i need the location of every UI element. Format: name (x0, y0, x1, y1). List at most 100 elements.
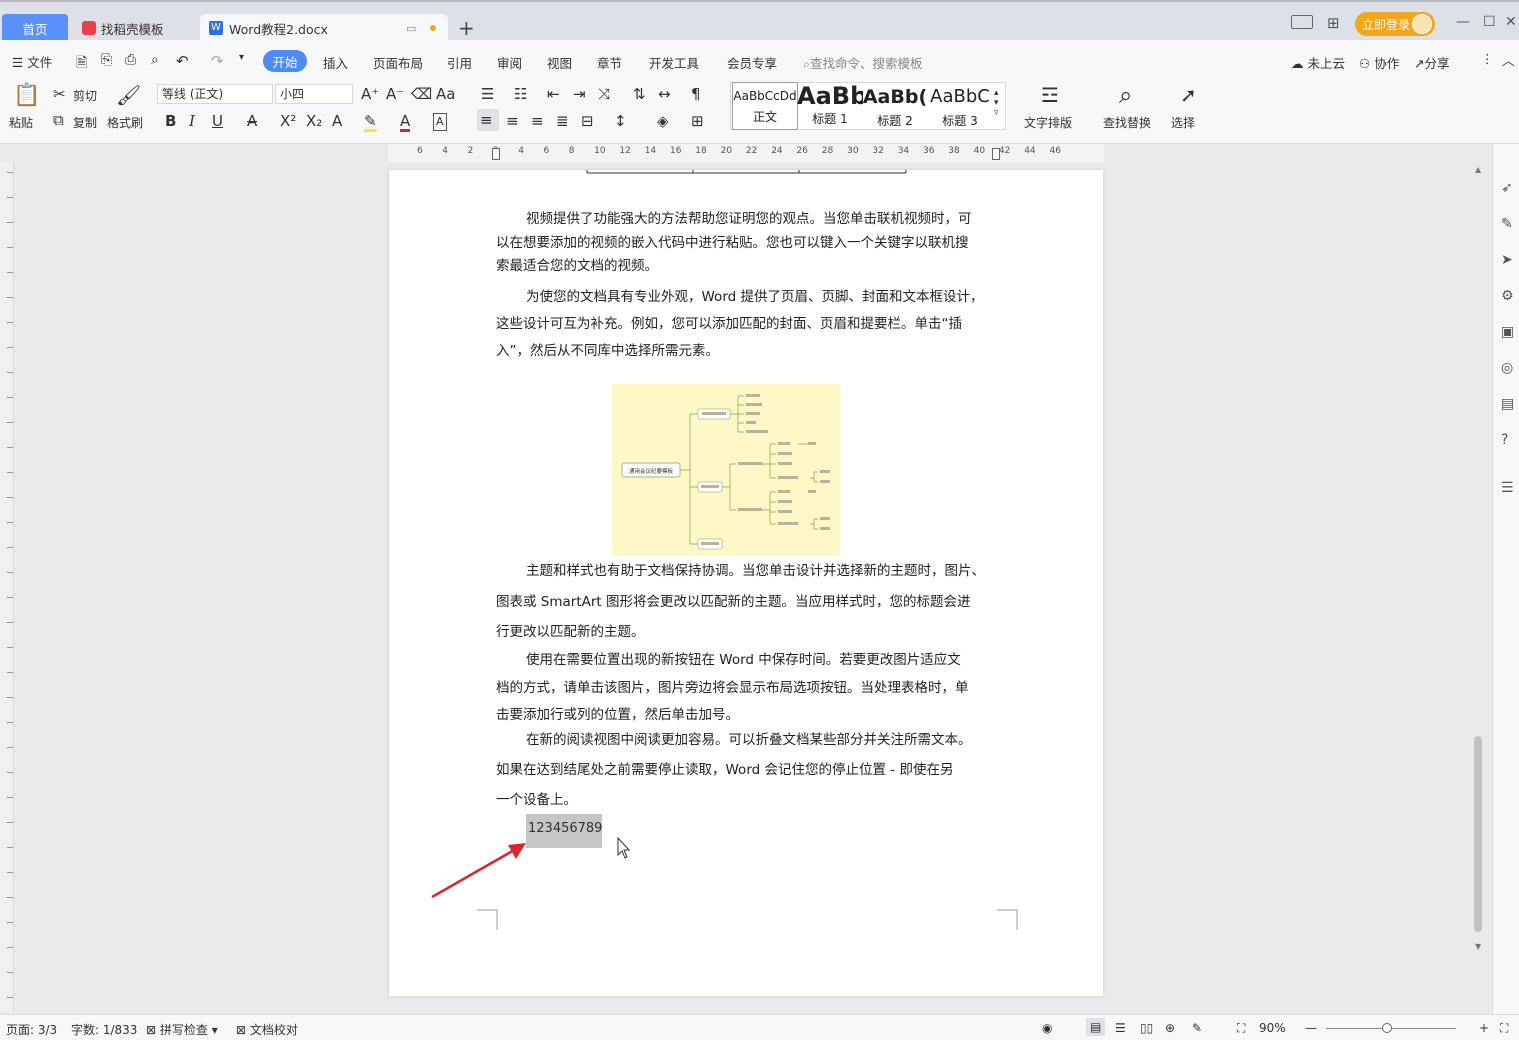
cut-button[interactable]: 剪切 (73, 87, 97, 104)
align-center-icon[interactable]: ≡ (506, 113, 519, 129)
pen-icon[interactable]: ✎ (1501, 216, 1513, 232)
vertical-scrollbar[interactable]: ▲ ▼ (1472, 150, 1486, 990)
tab-chapter[interactable]: 章节 (597, 53, 622, 72)
cut-icon[interactable]: ✂ (53, 86, 66, 102)
tab-template[interactable]: 找稻壳模板 (74, 14, 198, 42)
decrease-indent-icon[interactable]: ⇤ (547, 86, 560, 102)
location-icon[interactable]: ◎ (1501, 360, 1513, 376)
copy-button[interactable]: 复制 (73, 114, 97, 131)
right-indent-marker[interactable] (992, 148, 1000, 160)
style-heading1[interactable]: AaBb 标题 1 (797, 82, 863, 130)
mindmap-image[interactable]: 通用会议纪要模板 (612, 384, 840, 556)
zoom-in-icon[interactable]: + (1479, 1021, 1489, 1035)
paragraph-1[interactable]: 视频提供了功能强大的方法帮助您证明您的观点。当您单击联机视频时，可 以在想要添加… (496, 208, 1000, 279)
show-marks-icon[interactable]: ¶ (691, 86, 701, 102)
rocket-icon[interactable]: ➶ (1501, 180, 1513, 196)
vertical-ruler[interactable] (0, 162, 14, 1012)
underline-icon[interactable]: U (212, 113, 223, 129)
justify-icon[interactable]: ≣ (556, 113, 569, 129)
tab-insert[interactable]: 插入 (323, 53, 348, 72)
image-icon[interactable]: ▣ (1501, 324, 1514, 340)
scroll-up-icon[interactable]: ▲ (1475, 165, 1481, 174)
zoom-level[interactable]: 90% (1259, 1021, 1286, 1035)
italic-icon[interactable]: I (189, 113, 195, 129)
shrink-font-icon[interactable]: A⁻ (386, 86, 404, 102)
save-icon[interactable]: 🗎 (76, 52, 87, 76)
adjust-icon[interactable]: ⚙ (1501, 288, 1514, 304)
menu-file[interactable]: ☰ 文件 (12, 52, 52, 71)
fullscreen-icon[interactable]: ⛶ (1500, 1021, 1508, 1036)
gallery-scroll-icon[interactable]: ▴ ▾ ▿ (994, 88, 999, 118)
left-indent-marker[interactable] (492, 148, 500, 160)
borders-icon[interactable]: ⊞ (691, 113, 704, 129)
paste-button[interactable]: 粘贴 (9, 114, 33, 131)
page-indicator[interactable]: 页面: 3/3 (6, 1021, 57, 1038)
bold-icon[interactable]: B (165, 113, 176, 129)
tab-home-ribbon[interactable]: 开始 (263, 50, 307, 72)
style-normal[interactable]: AaBbCcDd 正文 (732, 82, 798, 130)
scroll-down-icon[interactable]: ▼ (1475, 942, 1481, 951)
monitor-icon[interactable]: ▭ (406, 22, 416, 35)
tab-review[interactable]: 审阅 (497, 53, 522, 72)
spell-check[interactable]: ⊠ 拼写检查 ▾ (146, 1021, 218, 1038)
zoom-slider[interactable] (1326, 1023, 1456, 1033)
distribute-icon[interactable]: ⊟ (581, 113, 594, 129)
copy-icon[interactable]: ⧉ (53, 112, 64, 128)
find-replace-button[interactable]: 查找替换 (1103, 114, 1151, 131)
text-direction-icon[interactable]: ↔ (658, 86, 671, 102)
redo-icon[interactable]: ↷ (211, 52, 224, 70)
format-painter-button[interactable]: 格式刷 (107, 114, 143, 131)
zoom-slider-handle[interactable] (1382, 1023, 1392, 1033)
style-heading3[interactable]: AaBbC 标题 3 (927, 82, 993, 130)
text-layout-icon[interactable]: ☲ (1041, 84, 1059, 106)
quick-access-dropdown-icon[interactable]: ▾ (239, 52, 244, 63)
strikethrough-icon[interactable]: A (247, 113, 257, 129)
page-view-icon[interactable]: ▤ (1086, 1018, 1106, 1036)
zoom-out-icon[interactable]: — (1305, 1021, 1317, 1035)
doc-proofread[interactable]: ⊠ 文档校对 (236, 1021, 298, 1038)
format-painter-icon[interactable]: 🖌 (116, 84, 141, 106)
paragraph-3[interactable]: 主题和样式也有助于文档保持协调。当您单击设计并选择新的主题时，图片、 图表或 S… (496, 556, 1000, 648)
share-button[interactable]: ↗分享 (1414, 53, 1450, 72)
login-button[interactable]: 立即登录 (1355, 12, 1435, 36)
tab-references[interactable]: 引用 (447, 53, 472, 72)
read-view-icon[interactable]: ▯▯ (1140, 1021, 1153, 1035)
help-icon[interactable]: ? (1501, 432, 1508, 448)
horizontal-ruler[interactable]: 6422468101214161820222426283032343638404… (388, 144, 1104, 162)
font-color-icon[interactable]: A (400, 113, 411, 132)
clear-format-icon[interactable]: ⌫ (411, 86, 432, 102)
sort-icon[interactable]: ⇅ (633, 86, 646, 102)
tab-home[interactable]: 首页 (2, 14, 68, 42)
line-spacing-icon[interactable]: ↕ (614, 113, 627, 129)
highlight-icon[interactable]: ✎ (364, 113, 377, 132)
find-replace-icon[interactable]: ⌕ (1119, 82, 1132, 108)
paste-icon[interactable]: 📋 (13, 84, 40, 108)
pointer-icon[interactable]: ➤ (1501, 252, 1513, 268)
tab-page-layout[interactable]: 页面布局 (373, 53, 423, 72)
collaborate-button[interactable]: ⚇ 协作 (1359, 53, 1399, 72)
increase-indent-icon[interactable]: ⇥ (573, 86, 586, 102)
more-icon[interactable]: ⋮ (1481, 51, 1494, 66)
tab-developer[interactable]: 开发工具 (649, 53, 699, 72)
paragraph-4[interactable]: 使用在需要位置出现的新按钮在 Word 中保存时间。若要更改图片适应文 档的方式… (496, 647, 1000, 730)
write-mode-icon[interactable]: ✎ (1192, 1021, 1202, 1035)
command-search[interactable]: ⌕查找命令、搜索模板 (803, 53, 923, 72)
tab-view[interactable]: 视图 (547, 53, 572, 72)
tab-document[interactable]: W Word教程2.docx ▭ (200, 14, 448, 42)
select-icon[interactable]: ➚ (1180, 84, 1197, 106)
text-layout-button[interactable]: 文字排版 (1024, 114, 1072, 131)
paragraph-2[interactable]: 为使您的文档具有专业外观，Word 提供了页眉、页脚、封面和文本框设计， 这些设… (496, 284, 1000, 365)
font-size-select[interactable]: 小四 (275, 84, 353, 104)
grow-font-icon[interactable]: A⁺ (361, 86, 379, 102)
collapse-ribbon-icon[interactable]: ︿ (1502, 50, 1515, 69)
scroll-thumb[interactable] (1474, 736, 1482, 932)
char-border-icon[interactable]: A (433, 113, 447, 131)
paragraph-5[interactable]: 在新的阅读视图中阅读更加容易。可以折叠文档某些部分并关注所需文本。 如果在达到结… (496, 725, 1000, 815)
minimize-icon[interactable]: — (1456, 14, 1470, 30)
tab-member[interactable]: 会员专享 (727, 53, 777, 72)
select-button[interactable]: 选择 (1171, 114, 1195, 131)
change-case-icon[interactable]: Aa (436, 86, 455, 102)
align-right-icon[interactable]: ≡ (531, 113, 544, 129)
print-preview-icon[interactable]: ⌕ (151, 52, 159, 68)
align-left-icon[interactable]: ≡ (477, 109, 499, 131)
